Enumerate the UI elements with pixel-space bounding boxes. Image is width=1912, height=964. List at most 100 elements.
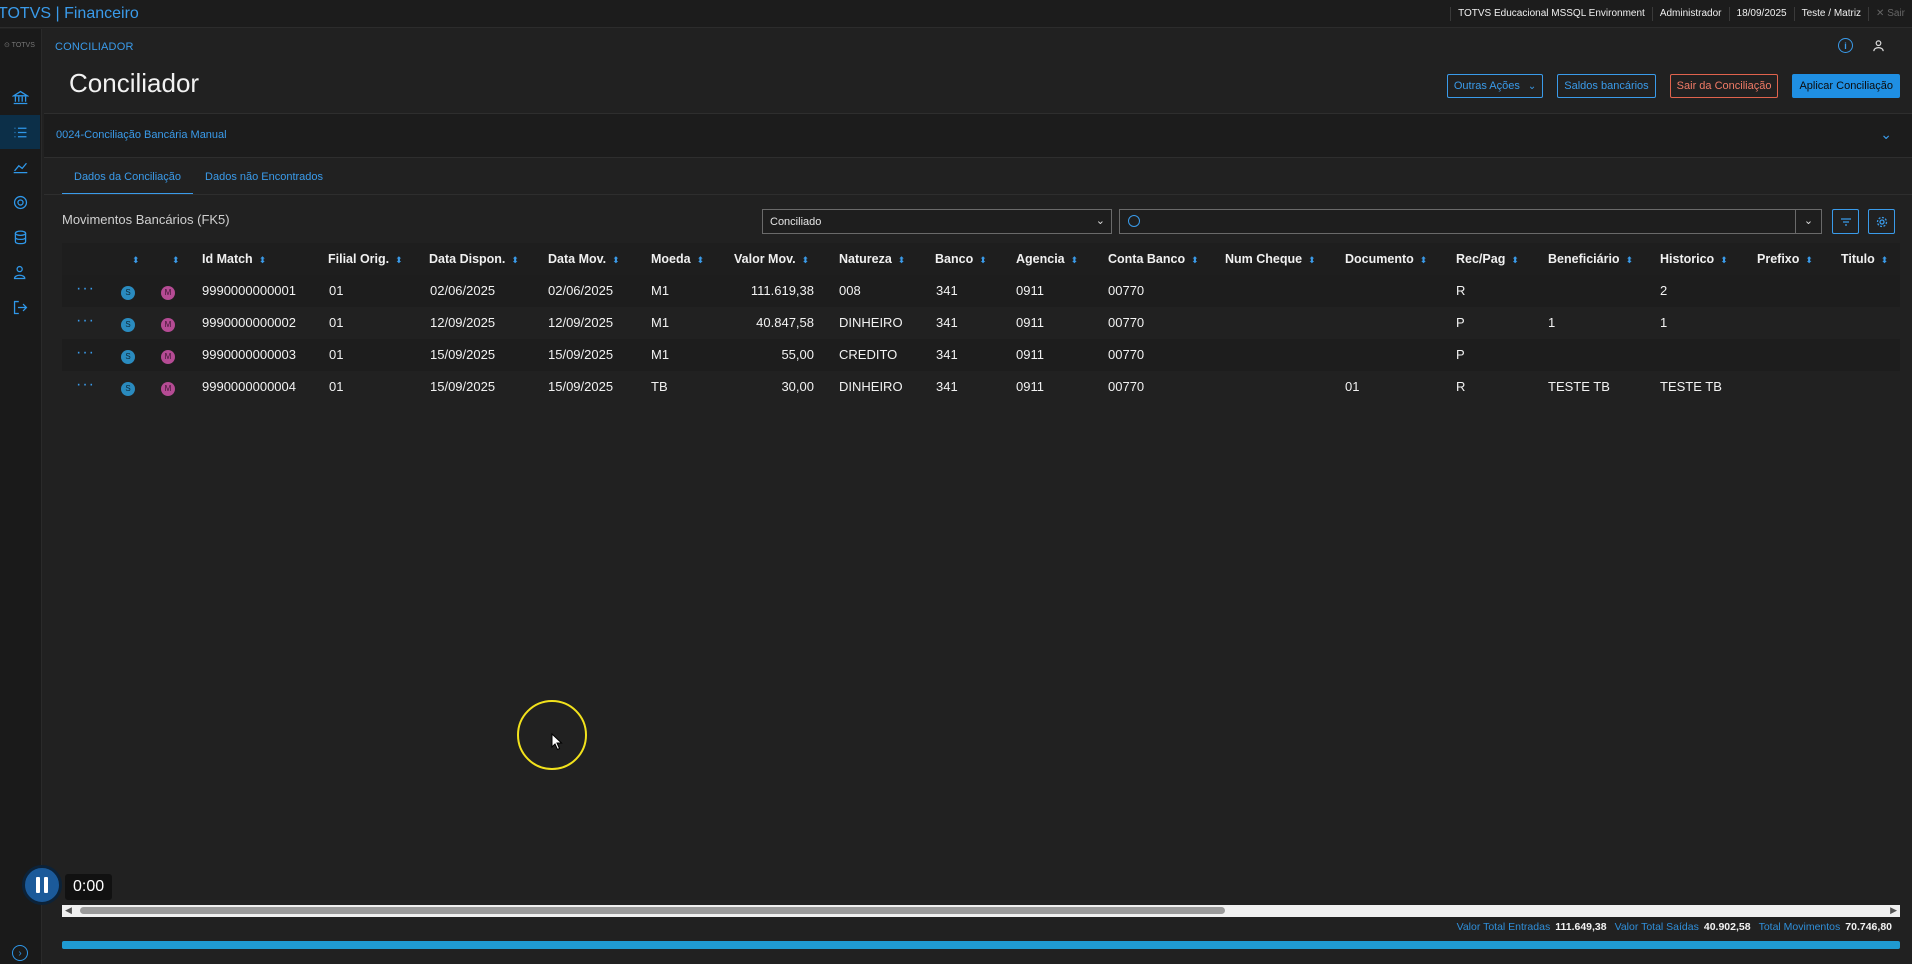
column-header-titulo[interactable]: Titulo ⬍: [1841, 243, 1888, 275]
column-header-conta-banco[interactable]: Conta Banco ⬍: [1108, 243, 1199, 275]
sort-icon: ⬍: [1070, 255, 1079, 265]
cell-banco: 341: [936, 283, 958, 298]
badge-letter: S: [121, 286, 135, 300]
expand-sidebar-icon[interactable]: ›: [12, 945, 28, 961]
horizontal-scrollbar[interactable]: ◀ ▶: [62, 905, 1900, 917]
sidebar-item-chart[interactable]: [0, 150, 40, 184]
column-label: Agencia: [1016, 252, 1065, 266]
chevron-down-icon[interactable]: ⌄: [1880, 126, 1892, 143]
sidebar-item-logout[interactable]: [0, 290, 40, 324]
table-row[interactable]: ··· S M 9990000000001 01 02/06/2025 02/0…: [62, 275, 1900, 307]
breadcrumb[interactable]: CONCILIADOR: [55, 41, 134, 53]
status-select[interactable]: Conciliado ⌄: [762, 209, 1112, 234]
sidebar-item-list[interactable]: [0, 115, 40, 149]
cell-banco: 341: [936, 379, 958, 394]
sort-icon: ⬍: [1308, 255, 1316, 265]
sidebar-item-database[interactable]: [0, 220, 40, 254]
table-row[interactable]: ··· S M 9990000000002 01 12/09/2025 12/0…: [62, 307, 1900, 339]
cell-agencia: 0911: [1016, 283, 1044, 298]
column-header-prefixo[interactable]: Prefixo ⬍: [1757, 243, 1813, 275]
search-dropdown-chevron-icon[interactable]: ⌄: [1795, 210, 1821, 233]
top-bar: TOTVS | Financeiro TOTVS Educacional MSS…: [0, 0, 1912, 28]
column-label: Num Cheque: [1225, 252, 1303, 266]
cell-filial: 01: [329, 347, 344, 362]
line-chart-icon: [13, 162, 27, 173]
logout-icon: [13, 300, 27, 314]
list-icon: [14, 127, 26, 137]
sort-icon: ⬍: [1511, 255, 1519, 265]
row-menu-icon[interactable]: ···: [76, 275, 95, 307]
date-label[interactable]: 18/09/2025: [1728, 6, 1794, 21]
column-header-num-cheque[interactable]: Num Cheque ⬍: [1225, 243, 1316, 275]
sort-icon: ⬍: [1720, 255, 1728, 265]
column-header-documento[interactable]: Documento ⬍: [1345, 243, 1427, 275]
cell-agencia: 0911: [1016, 379, 1044, 394]
sidebar-item-settings[interactable]: [0, 185, 40, 219]
cell-valor-mov: 30,00: [781, 379, 814, 394]
scroll-left-icon[interactable]: ◀: [65, 905, 72, 916]
row-menu-icon[interactable]: ···: [76, 371, 95, 403]
table-header: ⬍ ⬍ Id Match ⬍ Filial Orig. ⬍ Data Dispon.…: [62, 243, 1900, 275]
table-row[interactable]: ··· S M 9990000000003 01 15/09/2025 15/0…: [62, 339, 1900, 371]
badge-letter: M: [161, 382, 175, 396]
column-header-historico[interactable]: Historico ⬍: [1660, 243, 1728, 275]
search-input[interactable]: ⌄: [1119, 209, 1822, 234]
filter-button[interactable]: [1832, 209, 1859, 234]
status-m-badge: M: [161, 371, 175, 403]
reconciliation-panel-header[interactable]: 0024-Conciliação Bancária Manual ⌄: [44, 113, 1912, 158]
exit-link[interactable]: ✕ Sair: [1868, 6, 1912, 21]
column-header-beneficiario[interactable]: Beneficiário ⬍: [1548, 243, 1633, 275]
column-label: Filial Orig.: [328, 252, 390, 266]
sidebar-item-user-settings[interactable]: [0, 255, 40, 289]
tab-not-found-data[interactable]: Dados não Encontrados: [193, 164, 335, 195]
info-icon[interactable]: i: [1838, 38, 1853, 53]
column-header-data-mov[interactable]: Data Mov. ⬍: [548, 243, 620, 275]
grid-settings-button[interactable]: [1868, 209, 1895, 234]
sidebar: ⊙ TOTVS ›: [0, 29, 42, 964]
tab-reconciliation-data[interactable]: Dados da Conciliação: [62, 164, 194, 195]
totals-bar: Valor Total Entradas 111.649,38 Valor To…: [1457, 921, 1895, 933]
badge-letter: S: [121, 382, 135, 396]
user-icon[interactable]: [1871, 38, 1886, 53]
row-menu-icon[interactable]: ···: [76, 339, 95, 371]
column-header-valor-mov[interactable]: Valor Mov. ⬍: [734, 243, 809, 275]
column-header-moeda[interactable]: Moeda ⬍: [651, 243, 704, 275]
column-sort-m[interactable]: ⬍: [166, 243, 180, 275]
table-row[interactable]: ··· S M 9990000000004 01 15/09/2025 15/0…: [62, 371, 1900, 403]
status-m-badge: M: [161, 339, 175, 371]
column-header-natureza[interactable]: Natureza ⬍: [839, 243, 905, 275]
column-header-rec-pag[interactable]: Rec/Pag ⬍: [1456, 243, 1519, 275]
column-header-data-dispon[interactable]: Data Dispon. ⬍: [429, 243, 519, 275]
cell-valor-mov: 111.619,38: [750, 283, 814, 298]
grid-title: Movimentos Bancários (FK5): [62, 212, 230, 227]
user-label[interactable]: Administrador: [1651, 6, 1729, 21]
sidebar-item-bank[interactable]: [0, 80, 40, 114]
column-header-filial[interactable]: Filial Orig. ⬍: [328, 243, 403, 275]
scrollbar-thumb[interactable]: [80, 907, 1225, 914]
status-s-badge: S: [121, 371, 135, 403]
progress-fill: [62, 941, 1900, 949]
sort-icon: ⬍: [979, 255, 987, 265]
column-header-id-match[interactable]: Id Match ⬍: [202, 243, 266, 275]
column-label: Beneficiário: [1548, 252, 1620, 266]
exit-reconciliation-button[interactable]: Sair da Conciliação: [1669, 74, 1779, 98]
bank-balances-button[interactable]: Saldos bancários: [1557, 74, 1656, 98]
scroll-right-icon[interactable]: ▶: [1890, 905, 1897, 916]
apply-reconciliation-button[interactable]: Aplicar Conciliação: [1792, 74, 1900, 98]
row-menu-icon[interactable]: ···: [76, 307, 95, 339]
cell-moeda: M1: [651, 283, 670, 298]
cell-natureza: DINHEIRO: [839, 315, 903, 330]
column-header-banco[interactable]: Banco ⬍: [935, 243, 987, 275]
top-bar-info: TOTVS Educacional MSSQL Environment Admi…: [1450, 0, 1912, 27]
other-actions-button[interactable]: Outras Ações ⌄: [1446, 74, 1544, 98]
cell-id-match: 9990000000002: [202, 315, 296, 330]
column-label: Rec/Pag: [1456, 252, 1506, 266]
pause-button[interactable]: [22, 865, 62, 905]
company-label[interactable]: Teste / Matriz: [1793, 6, 1868, 21]
column-header-agencia[interactable]: Agencia ⬍: [1016, 243, 1078, 275]
sort-icon: ⬍: [1191, 255, 1199, 265]
cell-moeda: TB: [651, 379, 668, 394]
column-sort-s[interactable]: ⬍: [126, 243, 140, 275]
sort-icon: ⬍: [1805, 255, 1813, 265]
pause-bar: [36, 877, 40, 893]
